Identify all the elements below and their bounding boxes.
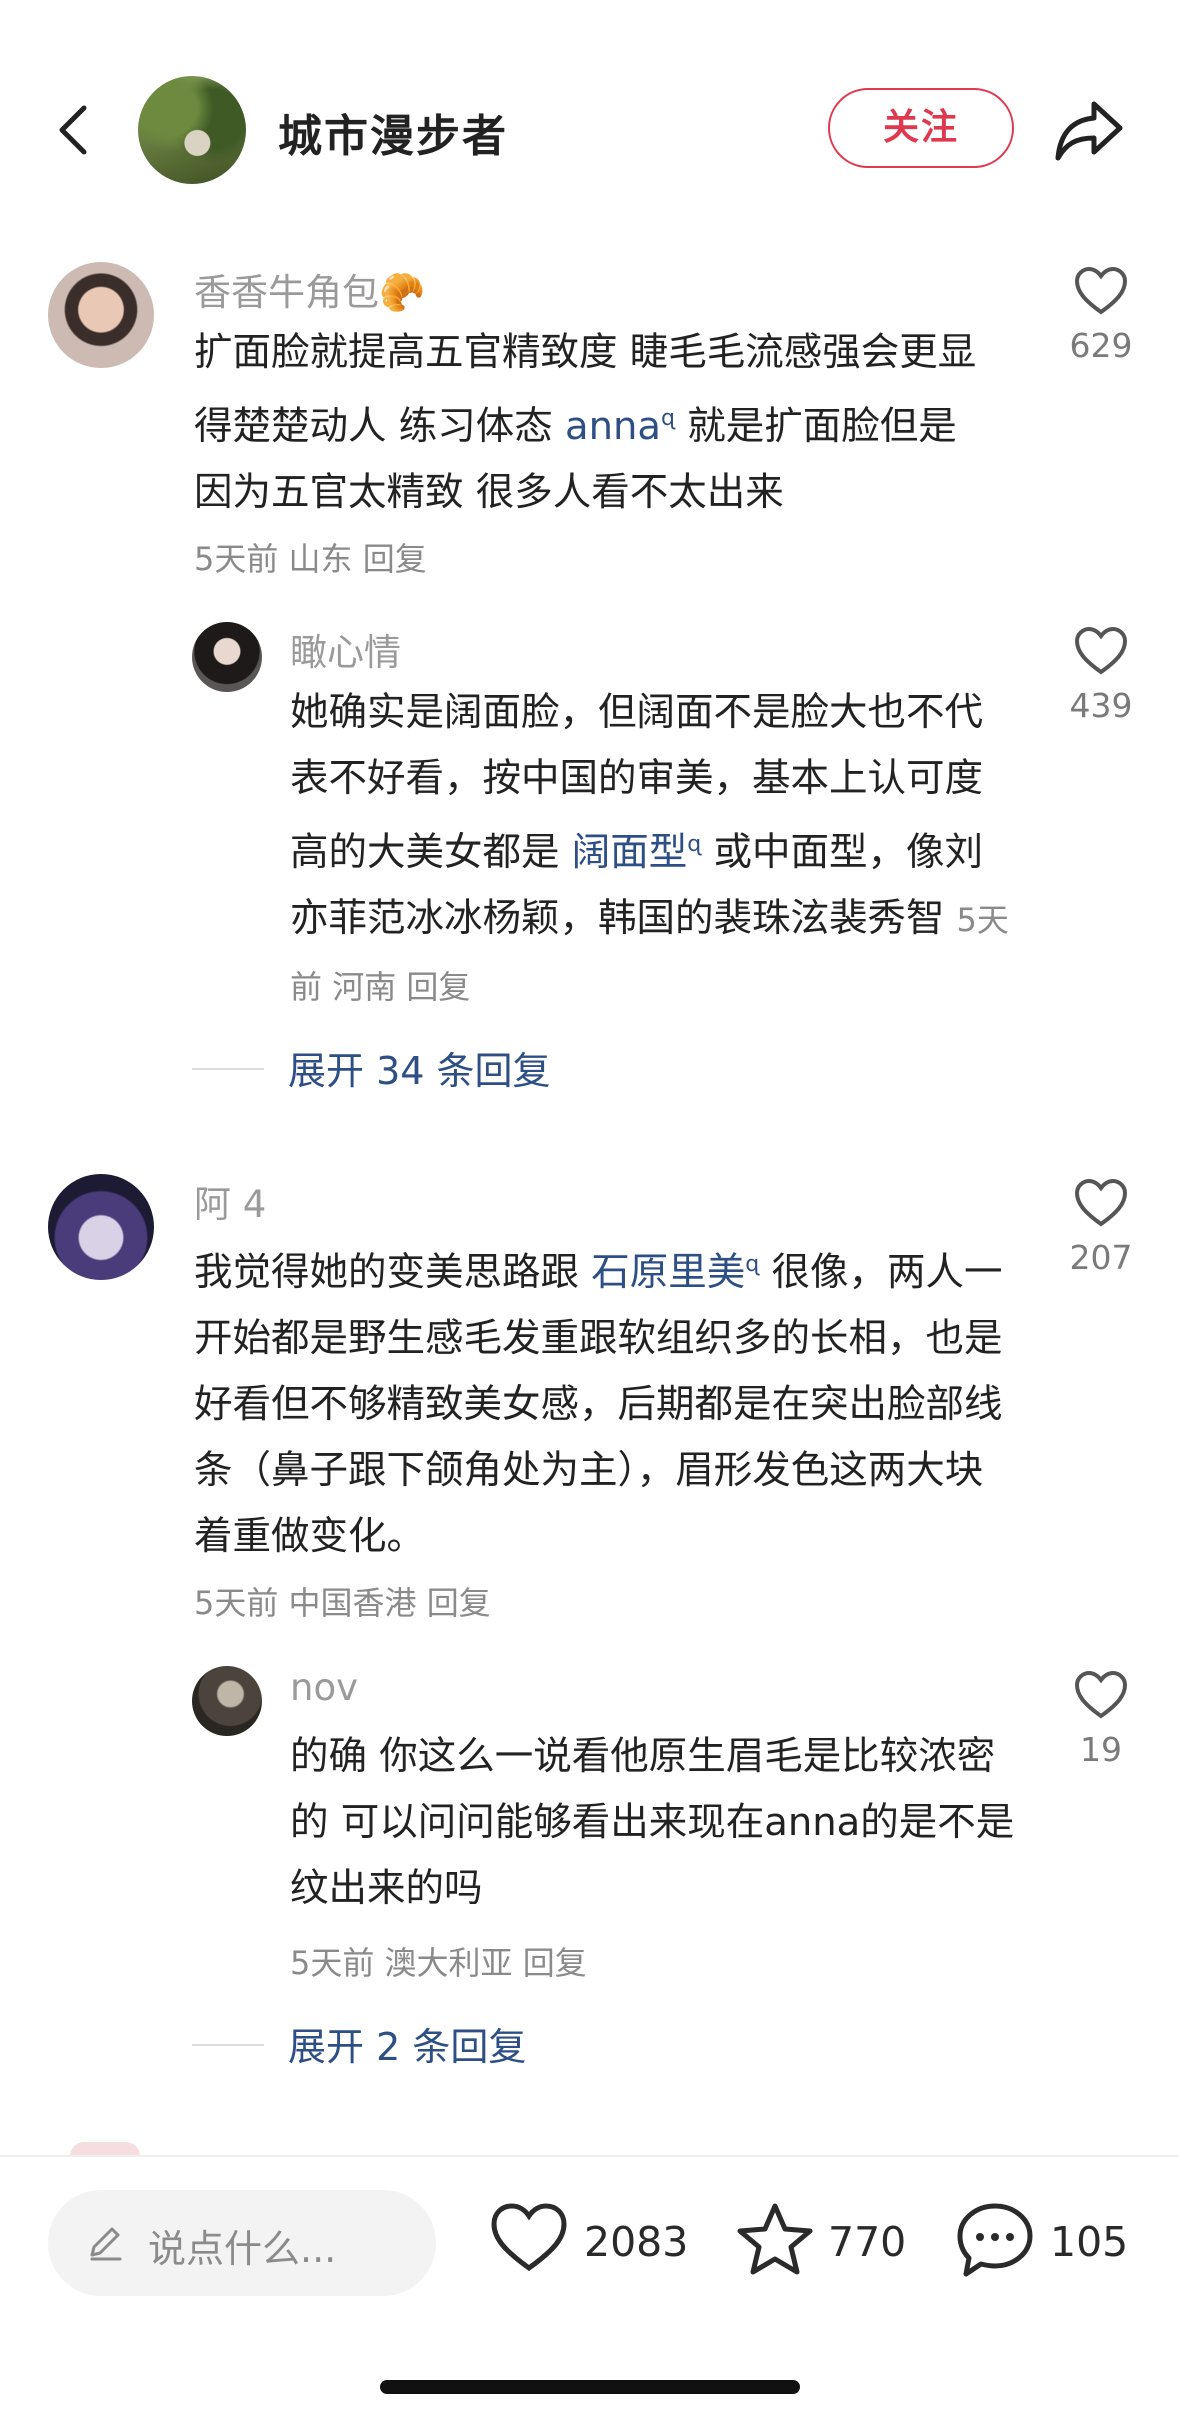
reply-button[interactable]: 回复 (427, 1584, 491, 1622)
expand-label[interactable]: 展开 2 条回复 (288, 2016, 526, 2071)
commenter-avatar[interactable] (48, 1174, 154, 1280)
divider-line (192, 2044, 264, 2046)
home-indicator[interactable] (380, 2380, 800, 2394)
heart-icon[interactable] (1074, 626, 1128, 676)
favorite-count: 770 (828, 2218, 907, 2266)
like-count: 439 (1069, 686, 1133, 725)
reply-button[interactable]: 回复 (523, 1944, 587, 1982)
favorite-button[interactable]: 770 (736, 2198, 916, 2288)
heart-icon[interactable] (1074, 1178, 1128, 1228)
commenter-avatar[interactable] (48, 262, 154, 368)
comment-text: 我觉得她的变美思路跟 石原里美ɋ 很像，两人一开始都是野生感毛发重跟软组织多的长… (194, 1250, 1003, 1559)
input-placeholder: 说点什么... (148, 2227, 337, 2271)
expand-label[interactable]: 展开 34 条回复 (288, 1040, 551, 1095)
author-name[interactable]: 城市漫步者 (278, 100, 508, 164)
comment-like[interactable]: 207 (1056, 1178, 1146, 1277)
post-like-count: 2083 (584, 2218, 689, 2266)
reply-text: 的确 你这么一说看他原生眉毛是比较浓密的 可以问问能够看出来现在anna的是不是… (290, 1734, 1015, 1911)
commenter-name[interactable]: 香香牛角包🥐 (194, 262, 425, 316)
comment-meta: 5天前 中国香港 回复 (194, 1584, 491, 1622)
replier-avatar[interactable] (192, 1666, 262, 1736)
share-icon[interactable] (1054, 98, 1124, 162)
comment-input[interactable]: 说点什么... (48, 2190, 436, 2296)
reply-button[interactable]: 回复 (406, 968, 470, 1006)
replier-avatar[interactable] (192, 622, 262, 692)
mention-link[interactable]: 石原里美ɋ (591, 1250, 759, 1295)
expand-replies-button[interactable]: 展开 34 条回复 (192, 1046, 692, 1096)
heart-icon[interactable] (1074, 1670, 1128, 1720)
star-icon[interactable] (736, 2202, 814, 2276)
back-arrow-icon[interactable] (48, 102, 104, 158)
commenter-name[interactable]: 阿 4 (194, 1174, 266, 1228)
reply-button[interactable]: 回复 (363, 540, 427, 578)
heart-icon[interactable] (490, 2202, 568, 2274)
reply-text: 她确实是阔面脸，但阔面不是脸大也不代表不好看，按中国的审美，基本上认可度高的大美… (290, 690, 1009, 1006)
divider-line (192, 1068, 264, 1070)
comment-like[interactable]: 629 (1056, 266, 1146, 365)
comment-meta: 5天前 山东 回复 (194, 540, 427, 578)
heart-icon[interactable] (1074, 266, 1128, 316)
comment-bubble-icon[interactable] (956, 2202, 1034, 2278)
comment-text: 扩面脸就提高五官精致度 睫毛毛流感强会更显得楚楚动人 练习体态 annaɋ 就是… (194, 330, 977, 515)
like-post-button[interactable]: 2083 (490, 2198, 690, 2288)
reply-like[interactable]: 439 (1056, 626, 1146, 725)
reply-meta: 5天前 澳大利亚 回复 (290, 1944, 587, 1982)
pencil-icon (90, 2227, 122, 2261)
expand-replies-button[interactable]: 展开 2 条回复 (192, 2022, 692, 2072)
like-count: 19 (1080, 1730, 1122, 1769)
like-count: 207 (1069, 1238, 1133, 1277)
follow-button[interactable]: 关注 (828, 88, 1014, 168)
like-count: 629 (1069, 326, 1133, 365)
replier-name[interactable]: 瞰心情 (290, 622, 401, 676)
mention-link[interactable]: 阔面型ɋ (572, 830, 701, 875)
comment-count: 105 (1050, 2218, 1129, 2266)
mention-link[interactable]: annaɋ (565, 404, 675, 449)
top-bar: 城市漫步者 关注 (0, 60, 1179, 200)
bottom-divider (0, 2155, 1179, 2157)
replier-name[interactable]: nov (290, 1666, 358, 1709)
author-avatar[interactable] (138, 76, 246, 184)
next-comment-avatar (70, 2142, 140, 2156)
comments-button[interactable]: 105 (956, 2198, 1136, 2288)
reply-like[interactable]: 19 (1056, 1670, 1146, 1769)
